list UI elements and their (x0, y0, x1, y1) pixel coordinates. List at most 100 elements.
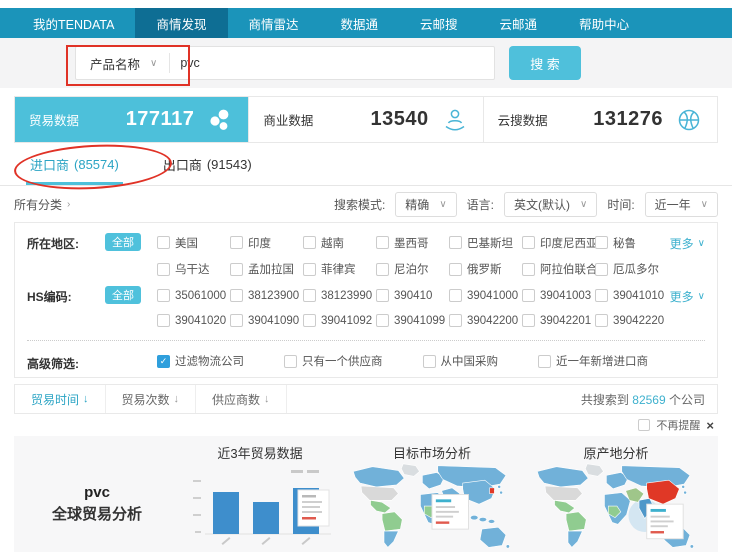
hs-checkbox[interactable]: 38123990 (303, 286, 376, 305)
checkbox-icon[interactable] (157, 314, 170, 327)
nav-item-my-tendata[interactable]: 我的TENDATA (12, 8, 135, 38)
region-checkbox[interactable]: 厄瓜多尔 (595, 261, 668, 277)
region-checkbox[interactable]: 印度 (230, 233, 303, 252)
search-input[interactable] (170, 56, 494, 70)
region-all-button[interactable]: 全部 (105, 233, 141, 251)
checkbox-icon[interactable] (303, 314, 316, 327)
checkbox-icon[interactable] (230, 314, 243, 327)
hs-checkbox[interactable]: 39042220 (595, 314, 668, 327)
dismiss-row: 不再提醒 × (0, 416, 732, 434)
chart-legend-blur (291, 470, 319, 473)
hs-all-button[interactable]: 全部 (105, 286, 141, 304)
checkbox-icon[interactable] (522, 289, 535, 302)
all-categories-link[interactable]: 所有分类 › (14, 196, 70, 213)
checkbox-icon[interactable] (595, 236, 608, 249)
search-category-select[interactable]: 产品名称 ∨ (76, 54, 169, 73)
checkbox-icon[interactable] (595, 263, 608, 276)
tab-importers[interactable]: 进口商 (85574) (30, 143, 119, 185)
region-checkbox[interactable]: 菲律宾 (303, 261, 376, 277)
hs-checkbox[interactable]: 39041099 (376, 314, 449, 327)
region-checkbox[interactable]: 乌干达 (157, 261, 230, 277)
sort-supplier-count[interactable]: 供应商数 ↓ (196, 385, 287, 413)
checkbox-icon[interactable] (376, 289, 389, 302)
checkbox-icon[interactable] (230, 236, 243, 249)
region-checkbox[interactable]: 印度尼西亚 (522, 233, 595, 252)
hs-checkbox[interactable]: 39041092 (303, 314, 376, 327)
hs-more-link[interactable]: 更多 ∨ (670, 286, 705, 305)
sort-bar: 贸易时间 ↓ 贸易次数 ↓ 供应商数 ↓ 共搜索到 82569 个公司 (14, 384, 718, 414)
region-checkbox[interactable]: 阿拉伯联合... (522, 261, 595, 277)
region-checkbox[interactable]: 巴基斯坦 (449, 233, 522, 252)
nav-item-cloud-mail-pass[interactable]: 云邮通 (479, 8, 559, 38)
hs-checkbox[interactable]: 39041003 (522, 286, 595, 305)
checkbox-icon[interactable] (522, 263, 535, 276)
hs-checkbox[interactable]: 38123900 (230, 286, 303, 305)
nav-item-cloud-mail-search[interactable]: 云邮搜 (399, 8, 479, 38)
hs-checkbox[interactable]: 39041090 (230, 314, 303, 327)
top-navbar: 我的TENDATA 商情发现 商情雷达 数据通 云邮搜 云邮通 帮助中心 (0, 8, 732, 38)
hs-checkbox[interactable]: 39042200 (449, 314, 522, 327)
sort-trade-time[interactable]: 贸易时间 ↓ (15, 385, 106, 413)
language-select[interactable]: 英文(默认) ∨ (504, 192, 597, 217)
hs-checkbox[interactable]: 39042201 (522, 314, 595, 327)
region-checkbox[interactable]: 尼泊尔 (376, 261, 449, 277)
checkbox-icon[interactable] (595, 289, 608, 302)
checkbox-icon[interactable] (303, 289, 316, 302)
region-checkbox[interactable]: 秘鲁 (595, 233, 668, 252)
hs-checkbox[interactable]: 39041020 (157, 314, 230, 327)
checkbox-icon[interactable] (538, 355, 551, 368)
search-mode-select[interactable]: 精确 ∨ (395, 192, 456, 217)
region-checkbox[interactable]: 墨西哥 (376, 233, 449, 252)
checkbox-icon[interactable] (157, 236, 170, 249)
nav-item-business-radar[interactable]: 商情雷达 (228, 8, 320, 38)
region-checkbox[interactable]: 越南 (303, 233, 376, 252)
time-select[interactable]: 近一年 ∨ (645, 192, 718, 217)
nav-item-business-discovery[interactable]: 商情发现 (135, 8, 227, 38)
checkbox-checked-icon[interactable]: ✓ (157, 355, 170, 368)
checkbox-icon[interactable] (303, 263, 316, 276)
stat-business-data[interactable]: 商业数据 13540 (248, 97, 482, 142)
advanced-checkbox-buy-from-china[interactable]: 从中国采购 (423, 353, 499, 369)
dismiss-checkbox[interactable] (638, 419, 650, 431)
analysis-banner[interactable]: 近3年贸易数据 目标市场分析 原产地分析 pvc 全球贸易分析 (14, 436, 718, 552)
advanced-checkbox-new-importers[interactable]: 近一年新增进口商 (538, 353, 648, 369)
hs-checkbox[interactable]: 390410 (376, 286, 449, 305)
hs-checkbox[interactable]: 39041000 (449, 286, 522, 305)
sort-desc-icon: ↓ (83, 393, 89, 405)
checkbox-icon[interactable] (157, 289, 170, 302)
checkbox-icon[interactable] (449, 236, 462, 249)
checkbox-icon[interactable] (376, 236, 389, 249)
checkbox-icon[interactable] (449, 263, 462, 276)
checkbox-icon[interactable] (595, 314, 608, 327)
checkbox-icon[interactable] (449, 289, 462, 302)
region-checkbox[interactable]: 孟加拉国 (230, 261, 303, 277)
region-label: 菲律宾 (321, 261, 356, 277)
chevron-down-icon: ∨ (698, 238, 705, 249)
checkbox-icon[interactable] (284, 355, 297, 368)
tab-exporters[interactable]: 出口商 (91543) (163, 143, 252, 185)
checkbox-icon[interactable] (157, 263, 170, 276)
nav-item-help-center[interactable]: 帮助中心 (558, 8, 650, 38)
hs-checkbox[interactable]: 39041010 (595, 286, 668, 305)
region-checkbox[interactable]: 俄罗斯 (449, 261, 522, 277)
checkbox-icon[interactable] (449, 314, 462, 327)
region-checkbox[interactable]: 美国 (157, 233, 230, 252)
checkbox-icon[interactable] (230, 289, 243, 302)
stat-trade-data[interactable]: 贸易数据 177117 (15, 97, 248, 142)
sort-trade-count[interactable]: 贸易次数 ↓ (106, 385, 197, 413)
stat-cloud-search-data[interactable]: 云搜数据 131276 (483, 97, 717, 142)
close-icon[interactable]: × (706, 418, 714, 433)
checkbox-icon[interactable] (522, 314, 535, 327)
advanced-checkbox-filter-logistics[interactable]: ✓ 过滤物流公司 (157, 353, 244, 369)
nav-item-data-pass[interactable]: 数据通 (320, 8, 400, 38)
checkbox-icon[interactable] (303, 236, 316, 249)
hs-checkbox[interactable]: 35061000 (157, 286, 230, 305)
checkbox-icon[interactable] (423, 355, 436, 368)
checkbox-icon[interactable] (230, 263, 243, 276)
search-button[interactable]: 搜 索 (509, 46, 581, 80)
checkbox-icon[interactable] (376, 263, 389, 276)
advanced-checkbox-single-supplier[interactable]: 只有一个供应商 (284, 353, 383, 369)
checkbox-icon[interactable] (376, 314, 389, 327)
checkbox-icon[interactable] (522, 236, 535, 249)
region-more-link[interactable]: 更多 ∨ (670, 233, 705, 252)
